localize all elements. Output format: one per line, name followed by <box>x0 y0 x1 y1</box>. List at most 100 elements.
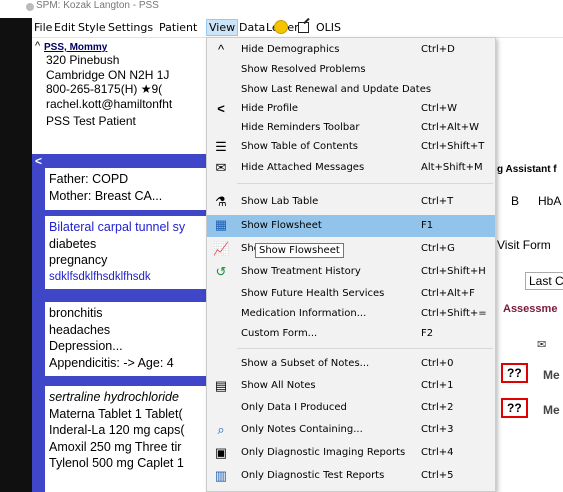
last-tab[interactable]: Last C <box>525 272 563 290</box>
menu-item-show-future-health-services[interactable]: Show Future Health Services Ctrl+Alt+F <box>207 284 495 304</box>
menu-item-label: Hide Profile <box>241 103 299 114</box>
list-item: Mother: Breast CA... <box>49 188 163 203</box>
patient-status: PSS Test Patient <box>46 114 136 128</box>
menu-item-label: Only Notes Containing... <box>241 424 363 435</box>
test-report-icon: ▥ <box>214 468 228 483</box>
history-box[interactable]: bronchitis headaches Depression... Appen… <box>45 302 210 376</box>
menu-item-hide-profile[interactable]: < Hide Profile Ctrl+W <box>207 99 495 119</box>
menu-item-shortcut: Ctrl+Alt+W <box>421 122 479 133</box>
menu-settings[interactable]: Settings <box>108 21 153 34</box>
menu-item-shortcut: Ctrl+W <box>421 103 458 114</box>
menu-item-shortcut: Ctrl+1 <box>421 380 454 391</box>
external-link-icon[interactable] <box>298 22 309 33</box>
menu-item-label: Show All Notes <box>241 380 316 391</box>
alert-box[interactable]: ?? <box>501 398 528 418</box>
medications-box[interactable]: sertraline hydrochloride Materna Tablet … <box>45 386 210 492</box>
menu-item-label: Hide Attached Messages <box>241 162 365 173</box>
menu-item-show-table-of-contents[interactable]: ☰ Show Table of Contents Ctrl+Shift+T <box>207 137 495 157</box>
menu-item-shortcut: F2 <box>421 328 434 339</box>
history-icon: ↺ <box>215 264 227 279</box>
menu-item-show-subset-of-notes[interactable]: Show a Subset of Notes... Ctrl+0 <box>207 354 495 374</box>
menubar: File Edit Style Settings Patient View Da… <box>32 18 563 38</box>
flowsheet-icon: ▦ <box>214 217 228 232</box>
menu-separator <box>237 183 493 184</box>
column-header: HbA <box>538 194 562 208</box>
menu-separator <box>237 348 493 349</box>
menu-view[interactable]: View <box>206 19 239 36</box>
list-item: Depression... <box>49 339 123 353</box>
search-notes-icon: ⌕ <box>217 422 225 437</box>
tooltip: Show Flowsheet <box>255 243 344 258</box>
menu-item-show-resolved-problems[interactable]: Show Resolved Problems <box>207 60 495 80</box>
menu-item-custom-form[interactable]: Custom Form... F2 <box>207 324 495 344</box>
menu-item-show-flowsheet[interactable]: ▦ Show Flowsheet F1 <box>207 215 495 237</box>
email-icon[interactable]: ✉ <box>537 338 546 351</box>
menu-item-hide-demographics[interactable]: ^ Hide Demographics Ctrl+D <box>207 40 495 60</box>
menu-item-shortcut: Ctrl+3 <box>421 424 454 435</box>
menu-item-medication-information[interactable]: Medication Information... Ctrl+Shift+= <box>207 304 495 324</box>
menu-item-shortcut: Ctrl+D <box>421 44 455 55</box>
patient-phone: 800-265-8175(H) ★9( <box>46 82 163 96</box>
menu-item-shortcut: Alt+Shift+M <box>421 162 483 173</box>
collapse-left-icon[interactable]: < <box>35 154 42 168</box>
list-item: Appendicitis: -> Age: 4 <box>49 355 174 370</box>
menu-item-label: Medication Information... <box>241 308 367 319</box>
menu-item-shortcut: Ctrl+0 <box>421 358 454 369</box>
problems-box[interactable]: Bilateral carpal tunnel sy diabetes preg… <box>45 216 210 289</box>
menu-item-label: Show Flowsheet <box>241 220 322 231</box>
menu-item-show-graph[interactable]: 📈 Show Graph Ctrl+G <box>207 239 495 259</box>
menu-style[interactable]: Style <box>78 21 106 34</box>
flask-icon: ⚗ <box>215 194 227 209</box>
menu-item-only-data-i-produced[interactable]: Only Data I Produced Ctrl+2 <box>207 398 495 418</box>
menu-item-show-last-renewal[interactable]: Show Last Renewal and Update Dates <box>207 80 495 100</box>
caret-up-icon: ^ <box>217 42 225 57</box>
menu-item-show-all-notes[interactable]: ▤ Show All Notes Ctrl+1 <box>207 376 495 396</box>
menu-olis[interactable]: OLIS <box>316 21 341 34</box>
menu-edit[interactable]: Edit <box>54 21 75 34</box>
row-label: Me <box>543 368 560 382</box>
menu-item-show-lab-table[interactable]: ⚗ Show Lab Table Ctrl+T <box>207 192 495 212</box>
menu-item-hide-attached-messages[interactable]: ✉ Hide Attached Messages Alt+Shift+M <box>207 158 495 178</box>
menu-item-shortcut: Ctrl+Shift+H <box>421 266 486 277</box>
menu-item-label: Show a Subset of Notes... <box>241 358 370 369</box>
column-header: B <box>511 194 520 208</box>
menu-item-shortcut: Ctrl+Shift+T <box>421 141 485 152</box>
menu-item-label: Hide Demographics <box>241 44 340 55</box>
row-label: Me <box>543 403 560 417</box>
menu-item-hide-reminders-toolbar[interactable]: Hide Reminders Toolbar Ctrl+Alt+W <box>207 118 495 138</box>
menu-item-label: Show Lab Table <box>241 196 319 207</box>
menu-item-label: Custom Form... <box>241 328 318 339</box>
window-title: SPM: Kozak Langton - PSS <box>36 0 159 11</box>
left-launcher-bar <box>0 18 32 492</box>
list-item: sdklfsdklfhsdklfhsdk <box>49 270 151 283</box>
visit-form-tab[interactable]: Visit Form <box>497 238 551 252</box>
caret-up-icon[interactable]: ^ <box>35 40 40 52</box>
menu-data[interactable]: Data <box>239 21 265 34</box>
list-item: Inderal-La 120 mg caps( <box>49 423 185 437</box>
menu-item-show-treatment-history[interactable]: ↺ Show Treatment History Ctrl+Shift+H <box>207 262 495 282</box>
menu-item-only-notes-containing[interactable]: ⌕ Only Notes Containing... Ctrl+3 <box>207 420 495 440</box>
list-icon: ☰ <box>215 139 227 154</box>
menu-item-label: Show Treatment History <box>241 266 361 277</box>
list-item: pregnancy <box>49 253 108 267</box>
menu-item-shortcut: Ctrl+4 <box>421 447 454 458</box>
menu-item-shortcut: F1 <box>421 220 434 231</box>
alert-box[interactable]: ?? <box>501 363 528 383</box>
menu-file[interactable]: File <box>34 21 52 34</box>
menu-item-label: Show Last Renewal and Update Dates <box>241 84 432 95</box>
family-history-box[interactable]: Father: COPD Mother: Breast CA... <box>45 168 210 210</box>
menu-item-label: Only Data I Produced <box>241 402 347 413</box>
patient-profile-panel: ^ PSS, Mommy 320 Pinebush Cambridge ON N… <box>32 38 210 492</box>
menu-item-shortcut: Ctrl+2 <box>421 402 454 413</box>
assistant-tab[interactable]: g Assistant f <box>497 164 557 175</box>
patient-name[interactable]: PSS, Mommy <box>44 42 210 53</box>
smiley-icon[interactable] <box>274 20 288 34</box>
menu-item-only-diagnostic-test-reports[interactable]: ▥ Only Diagnostic Test Reports Ctrl+5 <box>207 466 495 486</box>
menu-item-label: Only Diagnostic Test Reports <box>241 470 385 481</box>
imaging-icon: ▣ <box>214 445 228 460</box>
menu-item-only-diagnostic-imaging[interactable]: ▣ Only Diagnostic Imaging Reports Ctrl+4 <box>207 443 495 463</box>
menu-item-label: Show Future Health Services <box>241 288 385 299</box>
demographics-section: ^ PSS, Mommy 320 Pinebush Cambridge ON N… <box>32 38 210 154</box>
menu-patient[interactable]: Patient <box>159 21 197 34</box>
menu-item-shortcut: Ctrl+5 <box>421 470 454 481</box>
